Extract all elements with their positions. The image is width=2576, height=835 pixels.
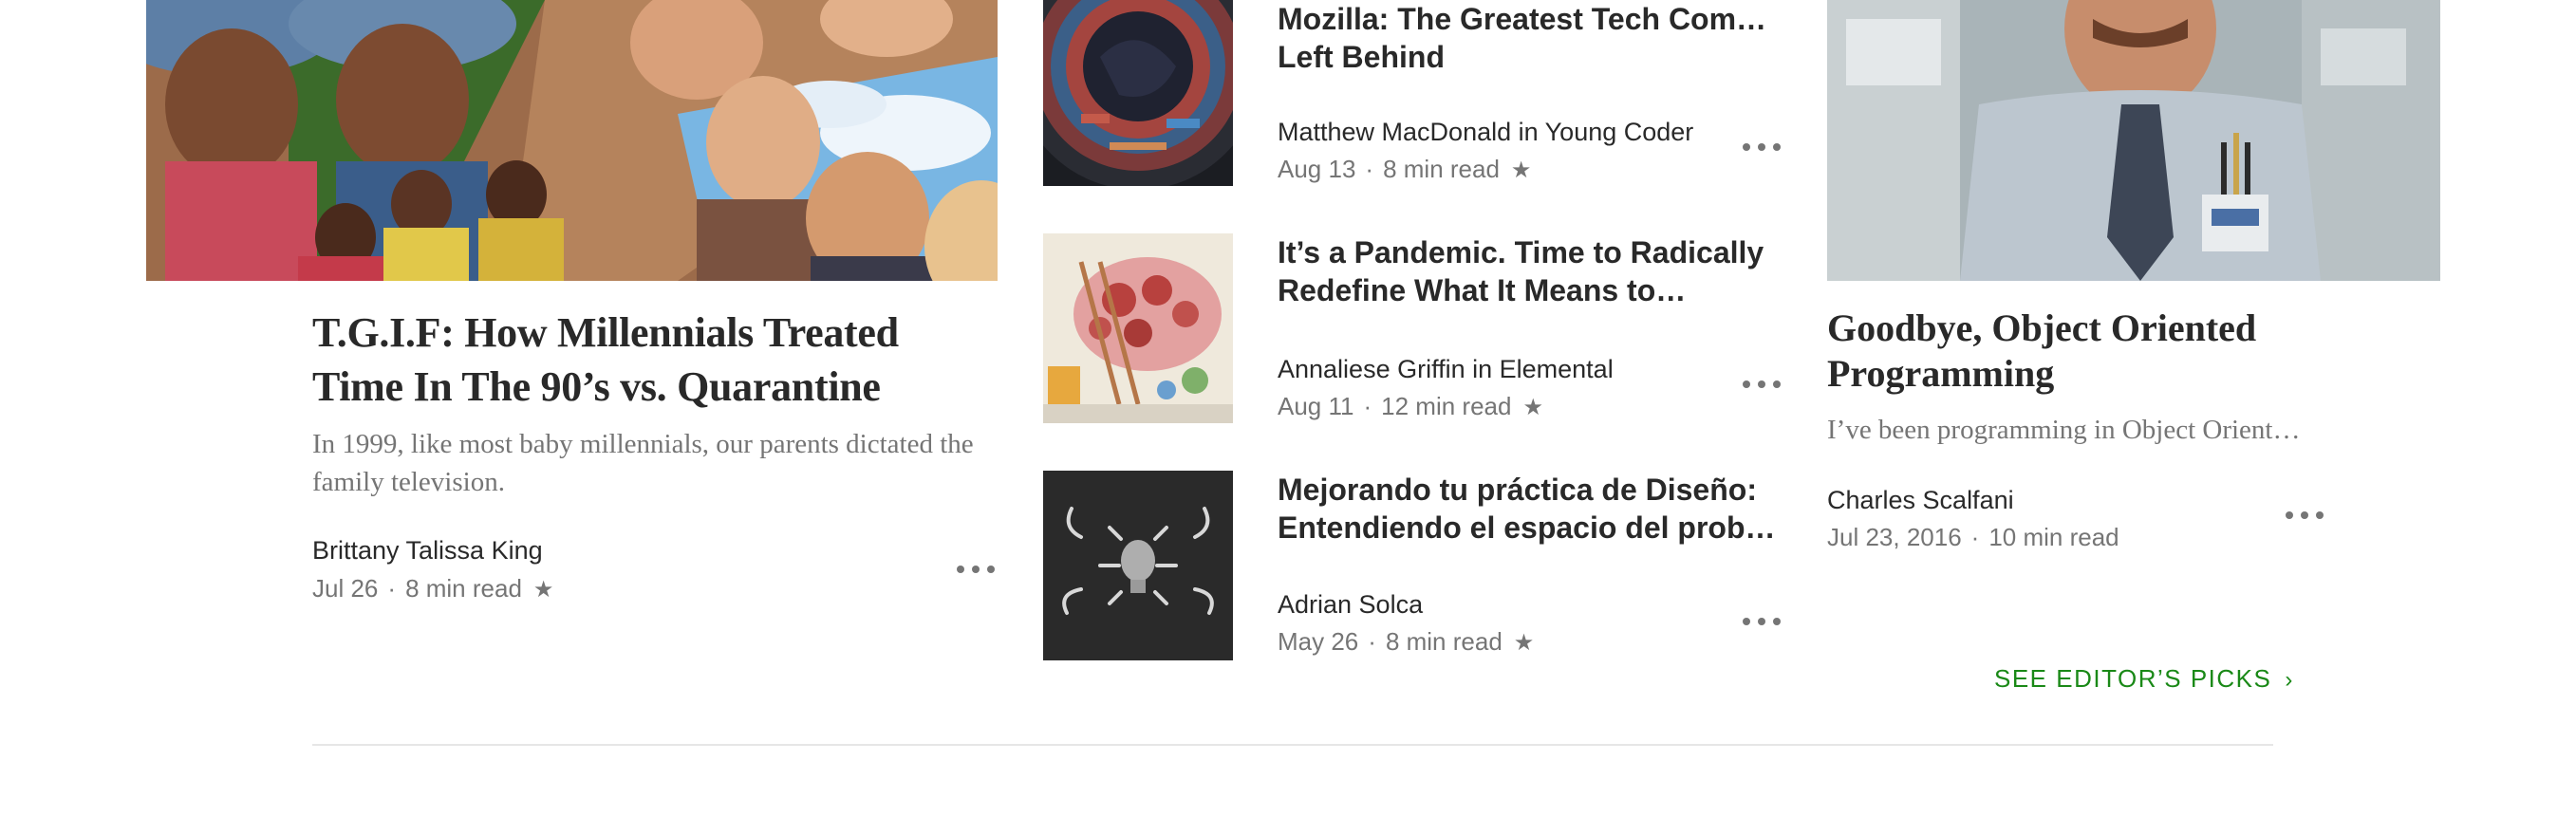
meta-separator: · (1970, 523, 1980, 551)
more-options-icon[interactable] (1743, 138, 1781, 157)
article-date: May 26 (1278, 627, 1359, 656)
article-title-line[interactable]: Entendiendo el espacio del proble… (1278, 509, 1781, 547)
article-meta: Aug 11 · 12 min read ★ (1278, 392, 1543, 421)
article-date: Aug 13 (1278, 155, 1356, 183)
article-title[interactable]: Mejorando tu práctica de Diseño: Entendi… (1278, 471, 1781, 547)
article-date: Aug 11 (1278, 392, 1354, 420)
article-title-line[interactable]: Redefine What It Means to… (1278, 271, 1781, 309)
featured-image[interactable] (1827, 0, 2440, 281)
featured-title[interactable]: Goodbye, Object Oriented Programming (1827, 306, 2416, 397)
member-star-icon: ★ (532, 577, 554, 603)
article-read-time: 12 min read (1381, 392, 1512, 420)
featured-read-time: 10 min read (1988, 523, 2119, 551)
meta-separator: · (1363, 392, 1372, 420)
see-editors-picks-link[interactable]: SEE EDITOR’S PICKS › (1994, 664, 2294, 694)
meta-separator: · (387, 574, 397, 603)
member-star-icon: ★ (1513, 630, 1535, 656)
hero-title[interactable]: T.G.I.F: How Millennials Treated Time In… (312, 306, 996, 414)
hero-subtitle[interactable]: In 1999, like most baby millennials, our… (312, 425, 996, 501)
hero-date: Jul 26 (312, 574, 379, 603)
more-options-icon[interactable] (2286, 506, 2324, 525)
article-read-time: 8 min read (1383, 155, 1500, 183)
featured-author[interactable]: Charles Scalfani (1827, 486, 2014, 515)
article-title[interactable]: It’s a Pandemic. Time to Radically Redef… (1278, 233, 1781, 309)
article-author[interactable]: Matthew MacDonald in Young Coder (1278, 118, 1693, 147)
article-thumbnail[interactable] (1043, 233, 1233, 423)
article-thumbnail[interactable] (1043, 0, 1233, 186)
meta-separator: · (1368, 627, 1376, 656)
article-title-line[interactable]: Mejorando tu práctica de Diseño: (1278, 471, 1781, 509)
hero-read-time: 8 min read (405, 574, 522, 603)
chevron-right-icon: › (2285, 667, 2294, 693)
article-author[interactable]: Annaliese Griffin in Elemental (1278, 355, 1614, 384)
article-meta: May 26 · 8 min read ★ (1278, 627, 1534, 657)
article-title-line[interactable]: Mozilla: The Greatest Tech Company (1278, 0, 1781, 38)
featured-meta: Jul 23, 2016 · 10 min read (1827, 523, 2119, 552)
hero-meta: Jul 26 · 8 min read ★ (312, 574, 553, 603)
article-title-line[interactable]: Left Behind (1278, 38, 1781, 76)
more-options-icon[interactable] (1743, 612, 1781, 631)
member-star-icon: ★ (1522, 395, 1543, 420)
meta-separator: · (1365, 155, 1374, 183)
more-options-icon[interactable] (957, 560, 995, 579)
see-editors-picks-label[interactable]: SEE EDITOR’S PICKS (1994, 664, 2271, 693)
article-title-line[interactable]: It’s a Pandemic. Time to Radically (1278, 233, 1781, 271)
article-author[interactable]: Adrian Solca (1278, 590, 1423, 620)
more-options-icon[interactable] (1743, 375, 1781, 394)
article-read-time: 8 min read (1385, 627, 1503, 656)
member-star-icon: ★ (1510, 158, 1532, 183)
featured-subtitle[interactable]: I’ve been programming in Object Orient… (1827, 411, 2340, 449)
hero-author[interactable]: Brittany Talissa King (312, 536, 543, 566)
section-divider (312, 744, 2273, 746)
article-title[interactable]: Mozilla: The Greatest Tech Company Left … (1278, 0, 1781, 76)
featured-date: Jul 23, 2016 (1827, 523, 1962, 551)
article-meta: Aug 13 · 8 min read ★ (1278, 155, 1531, 184)
article-thumbnail[interactable] (1043, 471, 1233, 660)
hero-image[interactable] (146, 0, 998, 281)
